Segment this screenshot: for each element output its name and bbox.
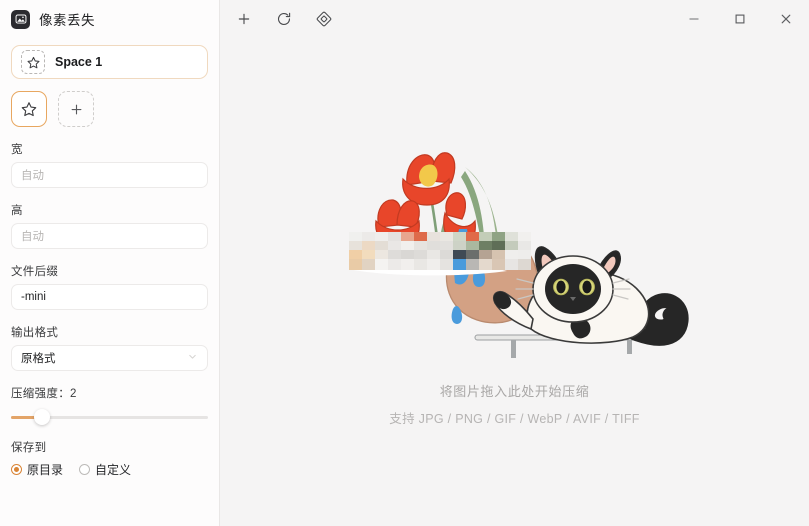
compression-label: 压缩强度：2 bbox=[11, 388, 77, 400]
radio-custom-dir[interactable]: 自定义 bbox=[79, 461, 131, 478]
suffix-value: -mini bbox=[21, 291, 46, 303]
refresh-icon bbox=[277, 12, 291, 25]
slider-thumb[interactable] bbox=[33, 409, 50, 425]
space-row[interactable]: Space 1 bbox=[11, 45, 208, 79]
app-title: 像素丢失 bbox=[39, 13, 95, 28]
height-placeholder: 自动 bbox=[21, 231, 44, 243]
radio-original-dir[interactable]: 原目录 bbox=[11, 461, 63, 478]
save-to-radio-group: 原目录 自定义 bbox=[11, 461, 208, 478]
diamond-button[interactable] bbox=[311, 6, 337, 32]
format-label: 输出格式 bbox=[11, 327, 59, 339]
app-window: 像素丢失 Space 1 宽 自动 高 自动 文件后缀 -mini 输出格式 原… bbox=[0, 0, 809, 526]
chevron-down-icon bbox=[187, 351, 198, 365]
image-mountain-icon bbox=[11, 9, 30, 29]
maximize-button[interactable] bbox=[717, 0, 763, 38]
toolbar bbox=[220, 6, 337, 32]
width-placeholder: 自动 bbox=[21, 170, 44, 182]
suffix-label: 文件后缀 bbox=[11, 266, 59, 278]
sidebar-body: Space 1 宽 自动 高 自动 文件后缀 -mini 输出格式 原格式 压缩… bbox=[0, 38, 219, 526]
space-tile-star[interactable] bbox=[11, 91, 47, 127]
plus-icon bbox=[71, 104, 81, 114]
format-value: 原格式 bbox=[21, 353, 56, 365]
format-select[interactable]: 原格式 bbox=[11, 345, 208, 371]
suffix-input[interactable]: -mini bbox=[11, 284, 208, 310]
refresh-button[interactable] bbox=[271, 6, 297, 32]
radio-dot bbox=[79, 464, 91, 475]
minimize-icon bbox=[689, 18, 699, 20]
radio-label: 原目录 bbox=[27, 463, 64, 477]
height-label: 高 bbox=[11, 205, 23, 217]
diamond-icon bbox=[316, 11, 332, 27]
close-icon bbox=[781, 14, 791, 24]
star-icon bbox=[21, 102, 37, 117]
add-button[interactable] bbox=[231, 6, 257, 32]
mosaic-band bbox=[348, 232, 531, 270]
cat-knocking-vase-pixelated-illustration bbox=[348, 152, 689, 358]
sidebar: 像素丢失 Space 1 宽 自动 高 自动 文件后缀 -mini 输出格式 原… bbox=[0, 0, 220, 526]
titlebar bbox=[220, 0, 809, 38]
height-input[interactable]: 自动 bbox=[11, 223, 208, 249]
dropzone-formats-text: 支持 JPG / PNG / GIF / WebP / AVIF / TIFF bbox=[389, 412, 640, 426]
close-button[interactable] bbox=[763, 0, 809, 38]
app-brand: 像素丢失 bbox=[0, 0, 219, 38]
maximize-icon bbox=[735, 14, 745, 24]
radio-label: 自定义 bbox=[95, 463, 132, 477]
width-input[interactable]: 自动 bbox=[11, 162, 208, 188]
window-controls bbox=[671, 0, 809, 38]
radio-dot-selected bbox=[11, 464, 22, 475]
star-icon bbox=[21, 50, 45, 74]
dropzone[interactable]: 将图片拖入此处开始压缩 支持 JPG / PNG / GIF / WebP / … bbox=[220, 38, 809, 526]
plus-icon bbox=[238, 13, 250, 25]
save-to-label: 保存到 bbox=[11, 442, 47, 454]
space-tile-add[interactable] bbox=[58, 91, 94, 127]
dropzone-primary-text: 将图片拖入此处开始压缩 bbox=[439, 384, 590, 399]
compression-slider[interactable] bbox=[11, 408, 208, 426]
space-name: Space 1 bbox=[55, 55, 103, 69]
width-label: 宽 bbox=[11, 144, 23, 156]
minimize-button[interactable] bbox=[671, 0, 717, 38]
space-tile-row bbox=[11, 91, 208, 127]
main-area: 将图片拖入此处开始压缩 支持 JPG / PNG / GIF / WebP / … bbox=[220, 0, 809, 526]
